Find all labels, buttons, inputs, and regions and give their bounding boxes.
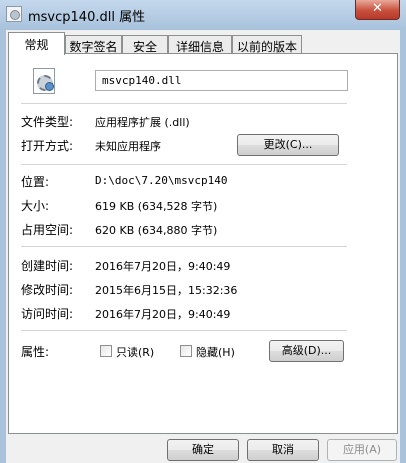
modified-value: 2015年6月15日，15:32:36 xyxy=(95,284,238,297)
size-label: 大小: xyxy=(21,199,50,213)
modified-label: 修改时间: xyxy=(21,283,74,297)
change-button[interactable]: 更改(C)... xyxy=(237,134,339,156)
size-value: 619 KB (634,528 字节) xyxy=(95,200,218,213)
readonly-checkbox[interactable] xyxy=(100,345,112,357)
location-label: 位置: xyxy=(21,175,50,189)
location-value: D:\doc\7.20\msvcp140 xyxy=(95,174,228,187)
opens-with-label: 打开方式: xyxy=(21,139,74,153)
divider xyxy=(21,164,347,165)
opens-with-value: 未知应用程序 xyxy=(95,140,161,153)
attributes-label: 属性: xyxy=(21,345,50,359)
created-label: 创建时间: xyxy=(21,259,74,273)
accessed-value: 2016年7月20日，9:40:49 xyxy=(95,308,231,321)
advanced-button[interactable]: 高级(D)... xyxy=(269,340,344,362)
dll-file-icon xyxy=(33,68,55,94)
divider xyxy=(21,246,347,247)
created-value: 2016年7月20日，9:40:49 xyxy=(95,260,231,273)
divider xyxy=(21,330,347,331)
window-title: msvcp140.dll 属性 xyxy=(28,10,146,25)
tab-previous-versions[interactable]: 以前的版本 xyxy=(232,35,302,54)
close-icon: ✕ xyxy=(372,1,383,16)
apply-button[interactable]: 应用(A) xyxy=(327,439,397,461)
tab-security[interactable]: 安全 xyxy=(122,35,168,54)
file-type-value: 应用程序扩展 (.dll) xyxy=(95,116,190,129)
tab-digital-signatures[interactable]: 数字签名 xyxy=(65,35,122,54)
close-button[interactable]: ✕ xyxy=(355,0,400,20)
dll-file-icon xyxy=(6,6,22,22)
tab-details[interactable]: 详细信息 xyxy=(168,35,232,54)
size-on-disk-label: 占用空间: xyxy=(21,223,74,237)
hidden-checkbox[interactable] xyxy=(180,345,192,357)
file-name-field[interactable]: msvcp140.dll xyxy=(95,70,348,91)
hidden-label[interactable]: 隐藏(H) xyxy=(196,344,235,360)
tab-general[interactable]: 常规 xyxy=(8,32,65,55)
dialog-client-area: 常规 数字签名 安全 详细信息 以前的版本 msvcp140.dll 文件类型:… xyxy=(6,30,400,463)
file-type-label: 文件类型: xyxy=(21,115,74,129)
general-tab-panel: msvcp140.dll 文件类型: 应用程序扩展 (.dll) 打开方式: 未… xyxy=(8,53,398,434)
ok-button[interactable]: 确定 xyxy=(167,439,239,461)
readonly-label[interactable]: 只读(R) xyxy=(116,344,154,360)
cancel-button[interactable]: 取消 xyxy=(247,439,319,461)
size-on-disk-value: 620 KB (634,880 字节) xyxy=(95,224,218,237)
title-bar[interactable]: msvcp140.dll 属性 ✕ xyxy=(0,0,406,30)
divider xyxy=(21,103,347,104)
accessed-label: 访问时间: xyxy=(21,307,74,321)
